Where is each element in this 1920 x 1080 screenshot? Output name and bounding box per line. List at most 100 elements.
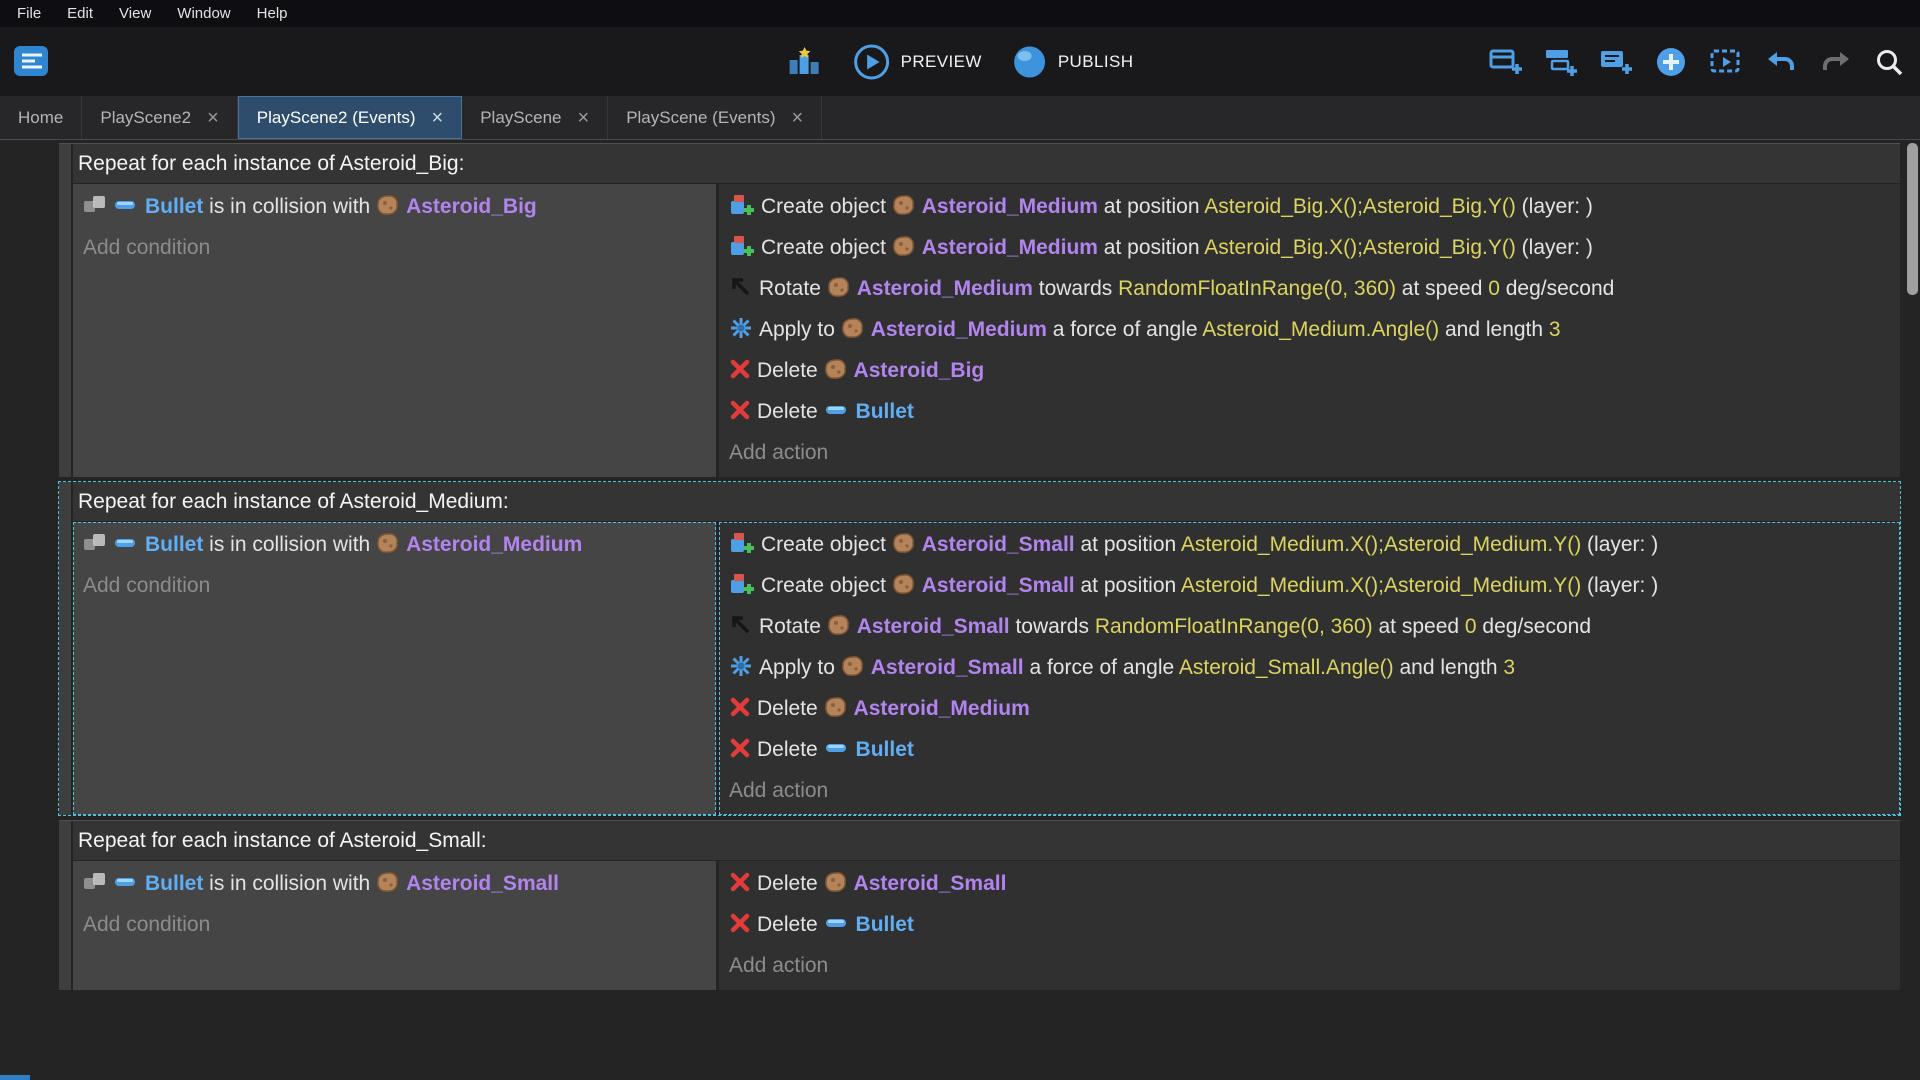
add-condition-button[interactable]: Add condition (83, 565, 706, 606)
actions-cell[interactable]: Delete Asteroid_SmallDelete BulletAdd ac… (719, 861, 1900, 990)
gdevelop-logo-icon[interactable] (12, 44, 52, 80)
text-segment: Bullet (856, 913, 914, 936)
action-row[interactable]: Delete Bullet (729, 729, 1892, 770)
event-header[interactable]: Repeat for each instance of Asteroid_Sma… (73, 821, 1900, 860)
event-drag-handle[interactable] (59, 482, 71, 815)
condition-row[interactable]: Bullet is in collision with Asteroid_Big (83, 186, 706, 227)
horizontal-scrollbar-thumb[interactable] (0, 1075, 30, 1080)
text-segment: at position (1075, 574, 1181, 597)
text-segment: towards (1010, 615, 1095, 638)
add-action-button[interactable]: Add action (729, 432, 1892, 473)
add-condition-button[interactable]: Add condition (83, 904, 706, 945)
action-row[interactable]: Create object Asteroid_Small at position… (729, 524, 1892, 565)
text-segment: Rotate (759, 615, 827, 638)
actions-cell[interactable]: Create object Asteroid_Small at position… (719, 522, 1900, 815)
text-segment: Rotate (759, 277, 827, 300)
event-block[interactable]: Repeat for each instance of Asteroid_Big… (59, 143, 1900, 477)
undo-icon[interactable] (1764, 48, 1798, 76)
add-event-icon[interactable] (1489, 47, 1523, 77)
choose-event-icon[interactable] (1709, 47, 1743, 77)
tab-label: Home (18, 108, 63, 128)
action-row[interactable]: Delete Bullet (729, 904, 1892, 945)
rotate-icon (729, 275, 753, 299)
text-segment: Bullet (145, 533, 203, 556)
tab-playscene-events-[interactable]: PlayScene (Events)× (608, 96, 822, 139)
publish-button[interactable]: PUBLISH (1012, 44, 1134, 80)
event-block[interactable]: Repeat for each instance of Asteroid_Sma… (59, 820, 1900, 990)
action-row[interactable]: Delete Bullet (729, 391, 1892, 432)
preview-play-icon (853, 43, 891, 81)
event-main: Repeat for each instance of Asteroid_Sma… (73, 821, 1900, 990)
action-row[interactable]: Apply to Asteroid_Medium a force of angl… (729, 309, 1892, 350)
text-segment: Bullet (856, 400, 914, 423)
event-header[interactable]: Repeat for each instance of Asteroid_Med… (73, 482, 1900, 521)
condition-row[interactable]: Bullet is in collision with Asteroid_Med… (83, 524, 706, 565)
delete-icon (729, 912, 751, 934)
add-action-button[interactable]: Add action (729, 945, 1892, 986)
create-icon (729, 530, 755, 556)
text-segment: at speed (1396, 277, 1488, 300)
action-row[interactable]: Delete Asteroid_Medium (729, 688, 1892, 729)
asteroid-icon (824, 871, 848, 893)
delete-icon (729, 696, 751, 718)
tab-close-icon[interactable]: × (578, 108, 590, 128)
asteroid-icon (824, 696, 848, 718)
collision-icon (83, 194, 109, 216)
action-row[interactable]: Create object Asteroid_Medium at positio… (729, 186, 1892, 227)
action-row[interactable]: Apply to Asteroid_Small a force of angle… (729, 647, 1892, 688)
tab-close-icon[interactable]: × (432, 108, 444, 128)
publish-label: PUBLISH (1058, 52, 1134, 72)
event-drag-handle[interactable] (59, 821, 71, 990)
tab-playscene2-events-[interactable]: PlayScene2 (Events)× (238, 96, 462, 139)
tab-close-icon[interactable]: × (791, 108, 803, 128)
delete-icon (729, 358, 751, 380)
text-segment: 0 (1488, 277, 1500, 300)
text-segment: Asteroid_Big.X();Asteroid_Big.Y() (1204, 236, 1516, 259)
menu-item-view[interactable]: View (106, 0, 164, 27)
add-subevent-icon[interactable] (1544, 47, 1578, 77)
debugger-icon[interactable] (787, 46, 823, 78)
event-block[interactable]: Repeat for each instance of Asteroid_Med… (59, 482, 1900, 815)
add-new-event-icon[interactable] (1654, 45, 1688, 79)
tab-playscene2[interactable]: PlayScene2× (82, 96, 237, 139)
menu-item-edit[interactable]: Edit (54, 0, 106, 27)
text-segment: Asteroid_Medium.Angle() (1202, 318, 1439, 341)
action-row[interactable]: Rotate Asteroid_Medium towards RandomFlo… (729, 268, 1892, 309)
add-condition-button[interactable]: Add condition (83, 227, 706, 268)
add-action-button[interactable]: Add action (729, 770, 1892, 811)
text-segment: Asteroid_Small (922, 574, 1075, 597)
search-icon[interactable] (1874, 47, 1904, 77)
action-row[interactable]: Rotate Asteroid_Small towards RandomFloa… (729, 606, 1892, 647)
tab-close-icon[interactable]: × (207, 108, 219, 128)
text-segment: RandomFloatInRange(0, 360) (1095, 615, 1373, 638)
conditions-cell[interactable]: Bullet is in collision with Asteroid_Med… (73, 522, 716, 815)
tab-label: PlayScene (480, 108, 561, 128)
event-header[interactable]: Repeat for each instance of Asteroid_Big… (73, 144, 1900, 183)
actions-cell[interactable]: Create object Asteroid_Medium at positio… (719, 184, 1900, 477)
vertical-scrollbar-thumb[interactable] (1907, 143, 1918, 295)
force-icon (729, 316, 753, 340)
menu-item-help[interactable]: Help (244, 0, 301, 27)
tab-playscene[interactable]: PlayScene × (462, 96, 608, 139)
conditions-cell[interactable]: Bullet is in collision with Asteroid_Sma… (73, 861, 716, 990)
action-row[interactable]: Delete Asteroid_Small (729, 863, 1892, 904)
create-icon (729, 233, 755, 259)
text-segment: Create object (761, 533, 892, 556)
tab-home[interactable]: Home (0, 96, 82, 139)
tab-bar: HomePlayScene2×PlayScene2 (Events)×PlayS… (0, 96, 1920, 140)
menu-item-file[interactable]: File (4, 0, 54, 27)
event-drag-handle[interactable] (59, 144, 71, 477)
menu-item-window[interactable]: Window (164, 0, 243, 27)
text-segment: Asteroid_Small (854, 872, 1007, 895)
preview-button[interactable]: PREVIEW (853, 43, 982, 81)
asteroid-icon (892, 235, 916, 257)
text-segment: and length (1439, 318, 1549, 341)
add-comment-icon[interactable] (1599, 47, 1633, 77)
action-row[interactable]: Create object Asteroid_Medium at positio… (729, 227, 1892, 268)
conditions-cell[interactable]: Bullet is in collision with Asteroid_Big… (73, 184, 716, 477)
text-segment: RandomFloatInRange(0, 360) (1118, 277, 1396, 300)
action-row[interactable]: Delete Asteroid_Big (729, 350, 1892, 391)
redo-icon[interactable] (1819, 48, 1853, 76)
condition-row[interactable]: Bullet is in collision with Asteroid_Sma… (83, 863, 706, 904)
action-row[interactable]: Create object Asteroid_Small at position… (729, 565, 1892, 606)
